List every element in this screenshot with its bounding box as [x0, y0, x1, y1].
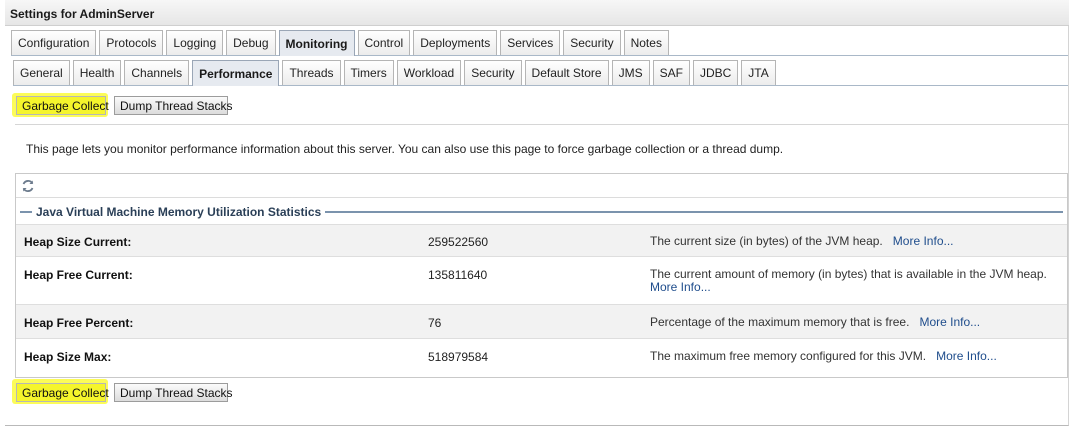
tab-protocols[interactable]: Protocols: [99, 30, 164, 55]
table-row: Heap Free Percent: 76 Percentage of the …: [16, 304, 1067, 338]
tab-services[interactable]: Services: [500, 30, 561, 55]
row-info: The current amount of memory (in bytes) …: [650, 268, 1060, 294]
table-row: Heap Free Current: 135811640 The current…: [16, 256, 1067, 304]
row-label: Heap Free Current:: [24, 268, 133, 282]
table-row: Heap Size Current: 259522560 The current…: [16, 224, 1067, 256]
row-info: The current size (in bytes) of the JVM h…: [650, 235, 1060, 248]
refresh-icon[interactable]: [20, 178, 36, 194]
table-toolbar: [16, 174, 1067, 198]
row-info-text: The maximum free memory configured for t…: [650, 349, 927, 363]
more-info-link[interactable]: More Info...: [650, 280, 711, 294]
subtab-workload[interactable]: Workload: [396, 60, 462, 85]
row-label: Heap Size Current:: [24, 235, 132, 249]
row-info-text: Percentage of the maximum memory that is…: [650, 315, 910, 329]
tab-monitoring[interactable]: Monitoring: [278, 30, 355, 56]
tab-notes[interactable]: Notes: [623, 30, 669, 55]
row-value: 259522560: [428, 235, 489, 249]
row-value: 135811640: [428, 268, 488, 282]
subtab-jdbc[interactable]: JDBC: [692, 60, 739, 85]
page-description: This page lets you monitor performance i…: [26, 142, 784, 156]
row-label: Heap Free Percent:: [24, 316, 134, 330]
subtab-general[interactable]: General: [13, 60, 70, 85]
subtab-health[interactable]: Health: [72, 60, 122, 85]
subtab-jta[interactable]: JTA: [741, 60, 776, 85]
tab-logging[interactable]: Logging: [166, 30, 224, 55]
tab-configuration[interactable]: Configuration: [11, 30, 97, 55]
row-info: The maximum free memory configured for t…: [650, 350, 1060, 363]
row-info: Percentage of the maximum memory that is…: [650, 316, 1060, 329]
subtab-channels[interactable]: Channels: [124, 60, 190, 85]
tab-debug[interactable]: Debug: [226, 30, 276, 55]
row-info-text: The current size (in bytes) of the JVM h…: [650, 234, 883, 248]
subtab-default-store[interactable]: Default Store: [524, 60, 609, 85]
more-info-link[interactable]: More Info...: [919, 315, 980, 329]
stats-table: Java Virtual Machine Memory Utilization …: [15, 173, 1068, 378]
tab-deployments[interactable]: Deployments: [413, 30, 498, 55]
row-info-text: The current amount of memory (in bytes) …: [650, 267, 1047, 281]
row-label: Heap Size Max:: [24, 350, 112, 364]
dump-thread-stacks-button[interactable]: Dump Thread Stacks: [114, 96, 233, 115]
subtab-jms[interactable]: JMS: [611, 60, 650, 85]
table-row: Heap Size Max: 518979584 The maximum fre…: [16, 338, 1067, 377]
garbage-collect-button[interactable]: Garbage Collect: [16, 383, 109, 402]
subtab-security[interactable]: Security: [464, 60, 522, 85]
sub-tab-bar: General Health Channels Performance Thre…: [13, 60, 776, 86]
tab-security[interactable]: Security: [563, 30, 621, 55]
row-value: 76: [428, 316, 442, 330]
more-info-link[interactable]: More Info...: [936, 349, 997, 363]
page-title: Settings for AdminServer: [5, 0, 1069, 26]
subtab-performance[interactable]: Performance: [192, 60, 280, 86]
more-info-link[interactable]: More Info...: [893, 234, 954, 248]
section-title: Java Virtual Machine Memory Utilization …: [32, 205, 326, 219]
dump-thread-stacks-button[interactable]: Dump Thread Stacks: [114, 383, 233, 402]
subtab-saf[interactable]: SAF: [652, 60, 690, 85]
subtab-timers[interactable]: Timers: [343, 60, 394, 85]
subtab-threads[interactable]: Threads: [282, 60, 341, 85]
main-tab-bar: Configuration Protocols Logging Debug Mo…: [11, 30, 669, 56]
row-value: 518979584: [428, 350, 489, 364]
divider: [15, 124, 1068, 125]
garbage-collect-button[interactable]: Garbage Collect: [16, 96, 109, 115]
tab-control[interactable]: Control: [357, 30, 411, 55]
